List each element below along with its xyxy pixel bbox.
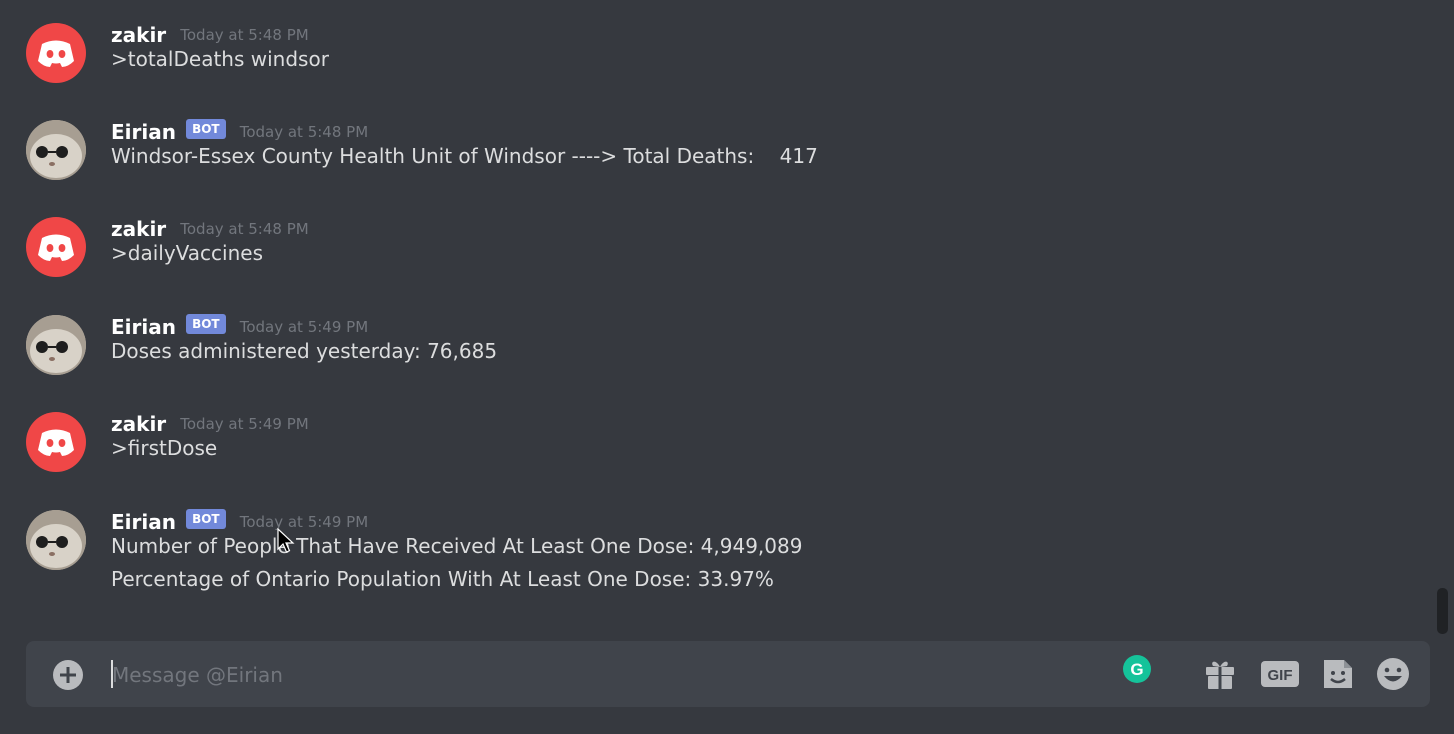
avatar[interactable] <box>26 217 86 277</box>
cat-avatar-icon <box>26 510 86 570</box>
gift-button[interactable] <box>1202 656 1238 692</box>
mouse-cursor-icon <box>277 528 295 553</box>
timestamp: Today at 5:49 PM <box>180 415 309 433</box>
attach-button[interactable] <box>52 659 84 691</box>
emoji-icon <box>1377 658 1409 690</box>
timestamp: Today at 5:48 PM <box>239 123 369 141</box>
timestamp: Today at 5:49 PM <box>239 513 369 531</box>
sticker-icon <box>1324 660 1352 688</box>
message-content: Windsor-Essex County Health Unit of Wind… <box>111 144 818 168</box>
text-caret <box>111 660 113 688</box>
avatar[interactable] <box>26 23 86 83</box>
message-content: Percentage of Ontario Population With At… <box>111 567 774 591</box>
discord-logo-icon <box>38 429 74 456</box>
sticker-button[interactable] <box>1320 656 1356 692</box>
discord-logo-icon <box>38 40 74 67</box>
bot-tag: BOT <box>186 119 226 139</box>
cat-avatar-icon <box>26 120 86 180</box>
grammarly-letter: G <box>1130 660 1143 679</box>
message-input[interactable] <box>110 656 1114 694</box>
timestamp: Today at 5:48 PM <box>180 26 309 44</box>
timestamp: Today at 5:49 PM <box>239 318 369 336</box>
gif-label: GIF <box>1268 667 1293 684</box>
grammarly-icon: G <box>1123 655 1151 683</box>
avatar[interactable] <box>26 412 86 472</box>
bot-tag: BOT <box>186 509 226 529</box>
cat-avatar-icon <box>26 315 86 375</box>
avatar[interactable] <box>26 315 86 375</box>
discord-logo-icon <box>38 234 74 261</box>
emoji-button[interactable] <box>1374 656 1412 692</box>
message-composer: G GIF <box>26 641 1430 707</box>
gift-icon <box>1206 661 1234 689</box>
gif-icon: GIF <box>1261 661 1299 687</box>
message-content: >dailyVaccines <box>111 241 263 265</box>
message-content: >firstDose <box>111 436 218 460</box>
plus-circle-icon <box>53 660 83 690</box>
avatar[interactable] <box>26 120 86 180</box>
message-content: >totalDeaths windsor <box>111 47 329 71</box>
message-content: Doses administered yesterday: 76,685 <box>111 339 498 363</box>
timestamp: Today at 5:48 PM <box>180 220 309 238</box>
message-list: zakir Today at 5:48 PM >totalDeaths wind… <box>0 0 1436 630</box>
scrollbar-thumb[interactable] <box>1437 588 1448 634</box>
bot-tag: BOT <box>186 314 226 334</box>
message-content: Number of People That Have Received At L… <box>111 534 803 558</box>
grammarly-button[interactable]: G <box>1123 655 1151 683</box>
avatar[interactable] <box>26 510 86 570</box>
gif-button[interactable]: GIF <box>1260 656 1300 692</box>
